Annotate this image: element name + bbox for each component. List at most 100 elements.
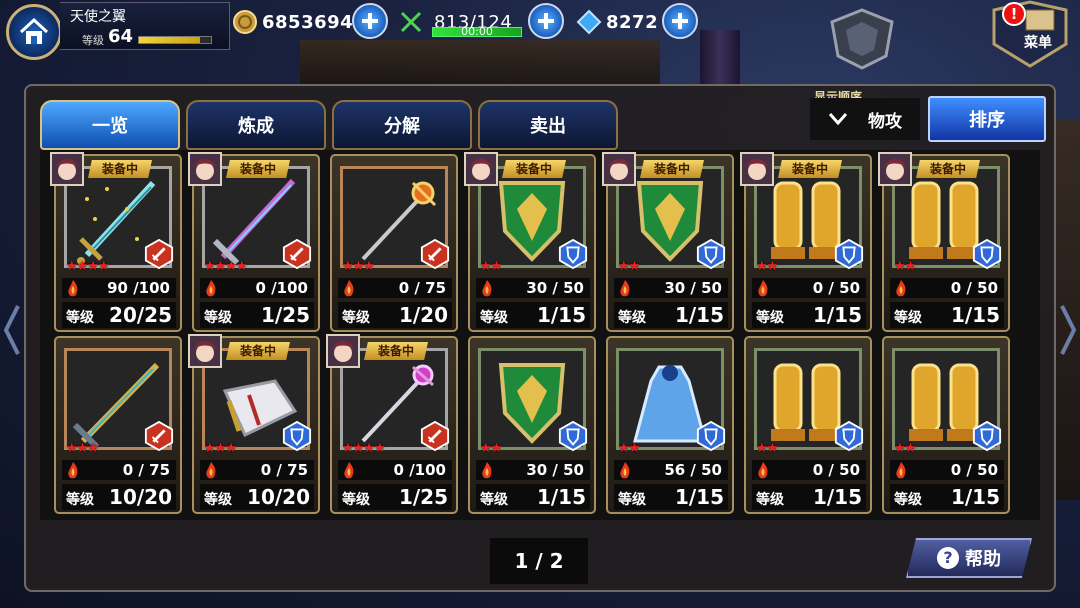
page-indicator: 1 / 2 [490,538,588,584]
attack-type-icon [420,238,450,270]
equipped-tag: 装备中 [916,160,980,178]
equipment-card[interactable]: 装备中 ★★★ 0 / 75 等级 10/20 [188,334,320,514]
equipment-card[interactable]: ★★ 30 / 50 等级 1/15 [468,336,596,514]
rarity-stars: ★★★ [204,441,237,456]
equipment-card[interactable]: 装备中 ★★★★ 0 /100 等级 1/25 [188,152,320,332]
item-level-value: 1/25 [260,303,310,327]
rarity-stars: ★★★ [66,441,99,456]
item-level: 等级 1/15 [476,484,590,510]
home-button[interactable] [6,4,62,60]
item-exp: 0 / 75 [62,460,176,480]
item-level-label: 等级 [66,310,94,326]
item-exp: 30 / 50 [476,278,590,298]
item-level-value: 1/20 [398,303,448,327]
equipment-card[interactable]: 装备中 ★★ 30 / 50 等级 1/15 [464,152,596,332]
equipment-card[interactable]: 装备中 ★★ 30 / 50 等级 1/15 [602,152,734,332]
equipment-card[interactable]: ★★ 0 / 50 等级 1/15 [744,336,872,514]
item-exp: 90 /100 [62,278,176,298]
home-icon [19,17,49,44]
item-exp: 0 / 75 [200,460,314,480]
emblem-icon [830,8,894,70]
equipment-card[interactable]: 装备中 ★★ 0 / 50 等级 1/15 [878,152,1010,332]
flame-icon [66,461,80,483]
equipment-card[interactable]: 装备中 ★★ 0 / 50 等级 1/15 [740,152,872,332]
help-button[interactable]: ? 帮助 [906,538,1032,578]
rarity-stars: ★★★ [342,259,375,274]
item-exp-value: 30 / 50 [526,279,584,297]
tab-synthesize[interactable]: 炼成 [186,100,326,150]
item-level: 等级 1/20 [338,302,452,328]
character-portrait [188,152,222,186]
item-level-value: 1/15 [812,303,862,327]
crossed-swords-icon [400,11,422,33]
equipment-card[interactable]: ★★★ 0 / 75 等级 10/20 [54,336,182,514]
tab-dismantle[interactable]: 分解 [332,100,472,150]
item-level-label: 等级 [756,492,784,508]
next-page-arrow-icon[interactable] [1058,300,1078,360]
prev-page-arrow-icon[interactable] [2,300,22,360]
crystal-icon [576,9,602,35]
add-gem-button[interactable] [662,3,698,39]
player-level-label: 等级 [82,34,104,47]
item-level-value: 1/15 [950,485,1000,509]
defense-type-icon [696,238,726,270]
add-gold-button[interactable] [352,3,388,39]
equipped-tag: 装备中 [778,160,842,178]
tab-list[interactable]: 一览 [40,100,180,150]
item-exp-value: 30 / 50 [664,279,722,297]
equipment-card[interactable]: ★★ 0 / 50 等级 1/15 [882,336,1010,514]
equipment-card[interactable]: 装备中 ★★★★ 0 /100 等级 1/25 [326,334,458,514]
item-exp-value: 90 /100 [107,279,170,297]
player-exp-fill [139,37,201,43]
attack-type-icon [420,420,450,452]
flame-icon [204,279,218,301]
item-exp-value: 56 / 50 [664,461,722,479]
equipment-card[interactable]: 装备中 ★★★★ 90 /100 等级 20/25 [50,152,182,332]
character-portrait [326,334,360,368]
defense-type-icon [558,238,588,270]
item-exp-value: 0 / 50 [950,279,998,297]
item-level: 等级 1/15 [476,302,590,328]
character-portrait [188,334,222,368]
menu-button[interactable]: 菜单 [984,0,1076,70]
defense-type-icon [282,420,312,452]
item-level-value: 1/15 [536,303,586,327]
item-exp-value: 0 / 75 [260,461,308,479]
add-stamina-button[interactable] [528,3,564,39]
item-exp-value: 0 / 50 [950,461,998,479]
equipped-tag: 装备中 [226,160,290,178]
gold-value: 6853694 [262,11,354,33]
item-level-label: 等级 [342,492,370,508]
item-level-value: 1/25 [398,485,448,509]
rarity-stars: ★★★★ [342,441,386,456]
defense-type-icon [834,420,864,452]
item-level: 等级 20/25 [62,302,176,328]
gem-value: 8272 [606,11,659,33]
question-icon: ? [937,547,959,569]
equipment-card[interactable]: ★★ 56 / 50 等级 1/15 [606,336,734,514]
tab-sell[interactable]: 卖出 [478,100,618,150]
flame-icon [342,279,356,301]
equipped-tag: 装备中 [88,160,152,178]
character-portrait [740,152,774,186]
item-exp: 0 / 50 [752,278,866,298]
defense-type-icon [972,420,1002,452]
item-exp-value: 0 / 75 [398,279,446,297]
sort-order-select[interactable]: 物攻 [810,98,920,140]
rarity-stars: ★★ [894,259,916,274]
item-level: 等级 1/15 [890,484,1004,510]
stamina-timer: 00:00 [461,25,493,38]
item-level-value: 1/15 [812,485,862,509]
sort-button[interactable]: 排序 [928,96,1046,142]
notification-badge: ! [1002,2,1026,26]
item-exp: 0 / 50 [890,460,1004,480]
plus-icon [672,13,688,29]
equipped-tag: 装备中 [502,160,566,178]
item-level: 等级 1/15 [890,302,1004,328]
flame-icon [342,461,356,483]
equipment-card[interactable]: ★★★ 0 / 75 等级 1/20 [330,154,458,332]
rarity-stars: ★★ [618,259,640,274]
item-level-label: 等级 [204,492,232,508]
item-exp: 0 / 75 [338,278,452,298]
top-bar: 天使之翼 等级 64 6853694 813/124 00:00 8272 菜单… [0,0,1080,70]
